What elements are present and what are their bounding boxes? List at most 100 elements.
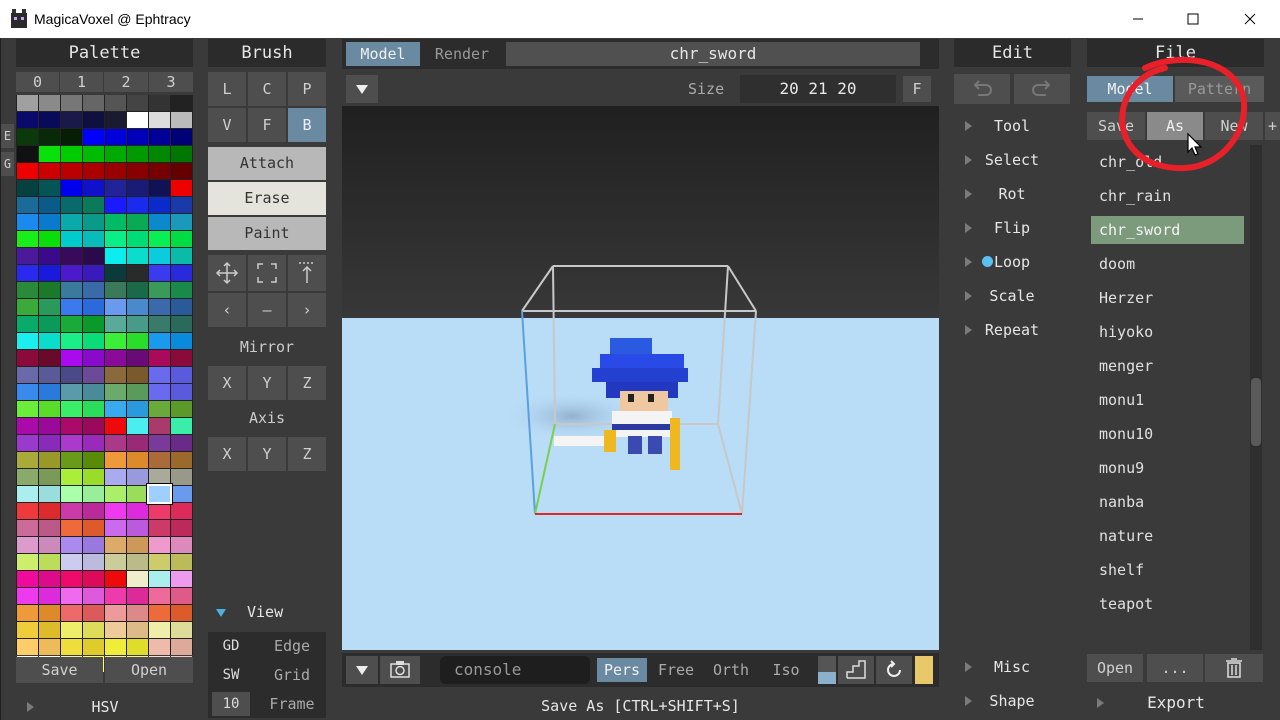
palette-color-cell[interactable] — [105, 129, 126, 145]
palette-color-cell[interactable] — [149, 588, 170, 604]
palette-color-cell[interactable] — [61, 639, 82, 655]
palette-color-cell[interactable] — [127, 520, 148, 536]
palette-color-cell[interactable] — [61, 520, 82, 536]
palette-color-cell[interactable] — [149, 112, 170, 128]
palette-color-cell[interactable] — [83, 605, 104, 621]
palette-color-cell[interactable] — [105, 214, 126, 230]
view-key-gd[interactable]: GD — [212, 634, 250, 658]
brush-type-b[interactable]: B — [288, 108, 326, 142]
palette-color-cell[interactable] — [39, 163, 60, 179]
palette-color-cell[interactable] — [39, 520, 60, 536]
palette-color-cell[interactable] — [127, 163, 148, 179]
palette-color-cell[interactable] — [61, 588, 82, 604]
palette-color-cell[interactable] — [17, 469, 38, 485]
palette-color-cell[interactable] — [17, 112, 38, 128]
palette-color-cell[interactable] — [61, 605, 82, 621]
palette-color-cell[interactable] — [61, 316, 82, 332]
file-list-item[interactable]: nature — [1091, 522, 1244, 550]
file-list-item[interactable]: menger — [1091, 352, 1244, 380]
palette-color-cell[interactable] — [149, 435, 170, 451]
palette-color-cell[interactable] — [105, 554, 126, 570]
palette-color-cell[interactable] — [149, 282, 170, 298]
palette-color-cell[interactable] — [61, 112, 82, 128]
mirror-x[interactable]: X — [208, 366, 246, 400]
palette-color-cell[interactable] — [171, 469, 192, 485]
palette-color-cell[interactable] — [39, 452, 60, 468]
palette-color-cell[interactable] — [83, 384, 104, 400]
palette-color-cell[interactable] — [105, 316, 126, 332]
palette-color-cell[interactable] — [83, 282, 104, 298]
palette-color-cell[interactable] — [171, 452, 192, 468]
palette-color-cell[interactable] — [171, 299, 192, 315]
palette-color-cell[interactable] — [127, 571, 148, 587]
hsv-toggle[interactable]: HSV — [25, 697, 195, 717]
brush-type-l[interactable]: L — [208, 72, 246, 106]
palette-color-cell[interactable] — [17, 622, 38, 638]
palette-color-cell[interactable] — [17, 554, 38, 570]
palette-color-cell[interactable] — [149, 367, 170, 383]
file-list-item[interactable]: chr_rain — [1091, 182, 1244, 210]
model-name[interactable]: chr_sword — [506, 42, 920, 66]
palette-color-cell[interactable] — [149, 265, 170, 281]
palette-color-cell[interactable] — [17, 333, 38, 349]
move-tool-button[interactable] — [208, 255, 246, 291]
palette-tab-3[interactable]: 3 — [149, 72, 193, 92]
palette-color-cell[interactable] — [171, 486, 192, 502]
palette-color-cell[interactable] — [61, 418, 82, 434]
palette-color-cell[interactable] — [105, 231, 126, 247]
palette-color-cell[interactable] — [39, 605, 60, 621]
palette-color-cell[interactable] — [39, 231, 60, 247]
palette-color-cell[interactable] — [17, 248, 38, 264]
screenshot-button[interactable] — [380, 656, 420, 684]
maximize-button[interactable] — [1170, 4, 1216, 34]
palette-color-cell[interactable] — [17, 95, 38, 111]
palette-color-cell[interactable] — [171, 588, 192, 604]
edit-scale[interactable]: Scale — [960, 281, 1070, 311]
palette-color-cell[interactable] — [127, 537, 148, 553]
file-list-item[interactable]: doom — [1091, 250, 1244, 278]
edit-repeat[interactable]: Repeat — [960, 315, 1070, 345]
palette-color-cell[interactable] — [149, 163, 170, 179]
palette-color-cell[interactable] — [61, 486, 82, 502]
palette-color-cell[interactable] — [61, 214, 82, 230]
palette-color-cell[interactable] — [171, 214, 192, 230]
palette-color-cell[interactable] — [83, 214, 104, 230]
palette-color-cell[interactable] — [171, 605, 192, 621]
palette-color-cell[interactable] — [39, 265, 60, 281]
palette-color-cell[interactable] — [149, 605, 170, 621]
palette-color-cell[interactable] — [105, 350, 126, 366]
palette-color-cell[interactable] — [83, 452, 104, 468]
palette-color-cell[interactable] — [17, 401, 38, 417]
axis-y[interactable]: Y — [248, 437, 286, 471]
palette-color-cell[interactable] — [149, 520, 170, 536]
palette-color-cell[interactable] — [39, 469, 60, 485]
palette-color-cell[interactable] — [39, 282, 60, 298]
edit-flip[interactable]: Flip — [960, 213, 1070, 243]
palette-color-cell[interactable] — [39, 384, 60, 400]
palette-color-cell[interactable] — [127, 486, 148, 502]
file-list-item[interactable]: hiyoko — [1091, 318, 1244, 346]
palette-color-cell[interactable] — [105, 571, 126, 587]
palette-color-cell[interactable] — [127, 350, 148, 366]
palette-color-cell[interactable] — [171, 537, 192, 553]
raise-tool-button[interactable] — [288, 255, 326, 291]
palette-color-cell[interactable] — [39, 214, 60, 230]
palette-color-cell[interactable] — [17, 605, 38, 621]
palette-color-cell[interactable] — [17, 180, 38, 196]
palette-color-cell[interactable] — [105, 112, 126, 128]
edit-misc[interactable]: Misc — [960, 652, 1070, 682]
palette-color-cell[interactable] — [83, 367, 104, 383]
palette-color-cell[interactable] — [127, 316, 148, 332]
palette-color-cell[interactable] — [61, 129, 82, 145]
palette-color-cell[interactable] — [171, 622, 192, 638]
palette-color-cell[interactable] — [39, 401, 60, 417]
palette-color-cell[interactable] — [61, 401, 82, 417]
palette-color-cell[interactable] — [149, 299, 170, 315]
palette-color-cell[interactable] — [127, 265, 148, 281]
file-list-item[interactable]: nanba — [1091, 488, 1244, 516]
center-button[interactable]: – — [248, 293, 286, 327]
palette-color-cell[interactable] — [39, 129, 60, 145]
palette-open-button[interactable]: Open — [105, 657, 193, 683]
palette-color-cell[interactable] — [149, 401, 170, 417]
palette-color-cell[interactable] — [83, 299, 104, 315]
